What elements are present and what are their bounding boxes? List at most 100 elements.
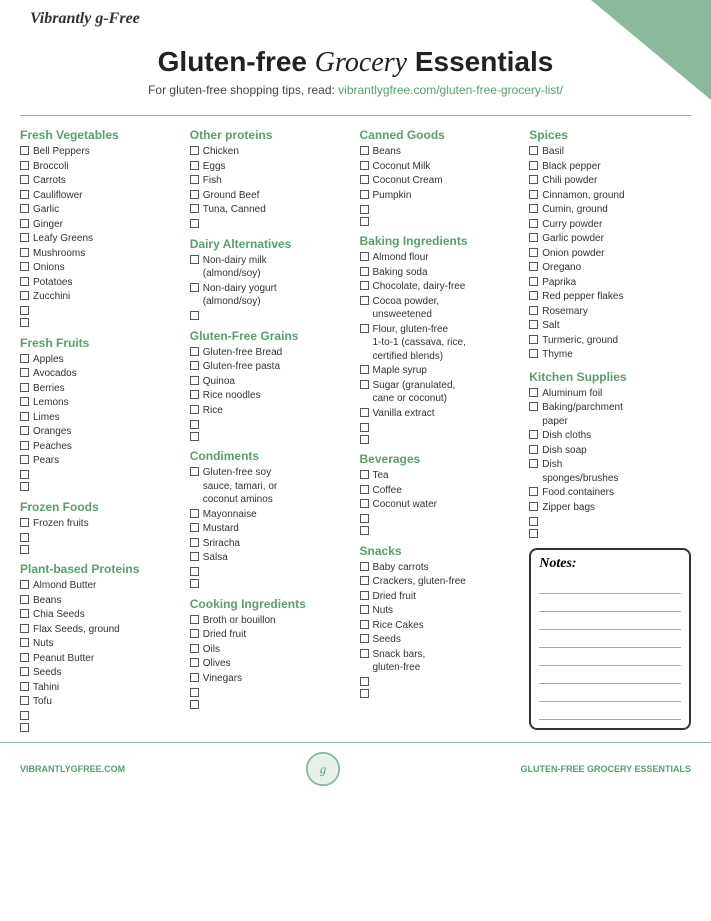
checkbox[interactable] [529, 175, 538, 184]
checkbox[interactable] [190, 405, 199, 414]
checkbox[interactable] [529, 190, 538, 199]
checkbox[interactable] [190, 432, 199, 441]
checkbox[interactable] [360, 267, 369, 276]
checkbox[interactable] [360, 499, 369, 508]
checkbox[interactable] [190, 283, 199, 292]
checkbox[interactable] [20, 595, 29, 604]
checkbox[interactable] [360, 485, 369, 494]
checkbox[interactable] [529, 204, 538, 213]
checkbox[interactable] [20, 368, 29, 377]
checkbox[interactable] [20, 291, 29, 300]
checkbox[interactable] [190, 700, 199, 709]
checkbox[interactable] [529, 487, 538, 496]
checkbox[interactable] [360, 562, 369, 571]
checkbox[interactable] [190, 161, 199, 170]
checkbox[interactable] [529, 430, 538, 439]
checkbox[interactable] [20, 667, 29, 676]
checkbox[interactable] [20, 426, 29, 435]
checkbox[interactable] [360, 324, 369, 333]
checkbox[interactable] [190, 219, 199, 228]
checkbox[interactable] [190, 420, 199, 429]
checkbox[interactable] [20, 653, 29, 662]
checkbox[interactable] [20, 161, 29, 170]
checkbox[interactable] [190, 390, 199, 399]
checkbox[interactable] [529, 161, 538, 170]
checkbox[interactable] [529, 402, 538, 411]
checkbox[interactable] [20, 219, 29, 228]
checkbox[interactable] [20, 545, 29, 554]
checkbox[interactable] [190, 523, 199, 532]
checkbox[interactable] [529, 349, 538, 358]
checkbox[interactable] [360, 634, 369, 643]
subtitle-link[interactable]: vibrantlygfree.com/gluten-free-grocery-l… [338, 83, 563, 97]
checkbox[interactable] [190, 579, 199, 588]
checkbox[interactable] [360, 605, 369, 614]
checkbox[interactable] [529, 277, 538, 286]
checkbox[interactable] [360, 205, 369, 214]
checkbox[interactable] [529, 459, 538, 468]
checkbox[interactable] [360, 620, 369, 629]
checkbox[interactable] [360, 175, 369, 184]
checkbox[interactable] [20, 624, 29, 633]
checkbox[interactable] [360, 576, 369, 585]
checkbox[interactable] [190, 658, 199, 667]
checkbox[interactable] [360, 252, 369, 261]
checkbox[interactable] [20, 580, 29, 589]
checkbox[interactable] [190, 509, 199, 518]
checkbox[interactable] [20, 682, 29, 691]
checkbox[interactable] [20, 277, 29, 286]
checkbox[interactable] [360, 423, 369, 432]
checkbox[interactable] [529, 445, 538, 454]
checkbox[interactable] [190, 347, 199, 356]
checkbox[interactable] [20, 609, 29, 618]
checkbox[interactable] [360, 689, 369, 698]
checkbox[interactable] [360, 435, 369, 444]
checkbox[interactable] [20, 518, 29, 527]
checkbox[interactable] [529, 233, 538, 242]
checkbox[interactable] [20, 383, 29, 392]
checkbox[interactable] [20, 204, 29, 213]
checkbox[interactable] [360, 677, 369, 686]
checkbox[interactable] [190, 673, 199, 682]
checkbox[interactable] [20, 262, 29, 271]
checkbox[interactable] [190, 190, 199, 199]
checkbox[interactable] [20, 638, 29, 647]
checkbox[interactable] [360, 365, 369, 374]
checkbox[interactable] [20, 711, 29, 720]
checkbox[interactable] [360, 649, 369, 658]
checkbox[interactable] [190, 615, 199, 624]
checkbox[interactable] [190, 629, 199, 638]
checkbox[interactable] [529, 262, 538, 271]
checkbox[interactable] [20, 190, 29, 199]
checkbox[interactable] [20, 318, 29, 327]
checkbox[interactable] [190, 567, 199, 576]
checkbox[interactable] [190, 376, 199, 385]
checkbox[interactable] [20, 354, 29, 363]
checkbox[interactable] [360, 281, 369, 290]
checkbox[interactable] [529, 320, 538, 329]
checkbox[interactable] [20, 175, 29, 184]
checkbox[interactable] [360, 408, 369, 417]
checkbox[interactable] [190, 552, 199, 561]
checkbox[interactable] [190, 146, 199, 155]
checkbox[interactable] [20, 146, 29, 155]
checkbox[interactable] [20, 412, 29, 421]
checkbox[interactable] [529, 146, 538, 155]
checkbox[interactable] [529, 529, 538, 538]
checkbox[interactable] [20, 248, 29, 257]
checkbox[interactable] [20, 533, 29, 542]
checkbox[interactable] [529, 335, 538, 344]
checkbox[interactable] [20, 723, 29, 732]
checkbox[interactable] [360, 470, 369, 479]
checkbox[interactable] [190, 255, 199, 264]
checkbox[interactable] [20, 455, 29, 464]
checkbox[interactable] [360, 217, 369, 226]
checkbox[interactable] [190, 644, 199, 653]
checkbox[interactable] [190, 467, 199, 476]
checkbox[interactable] [360, 296, 369, 305]
checkbox[interactable] [20, 397, 29, 406]
checkbox[interactable] [529, 248, 538, 257]
checkbox[interactable] [20, 482, 29, 491]
checkbox[interactable] [360, 526, 369, 535]
checkbox[interactable] [190, 311, 199, 320]
